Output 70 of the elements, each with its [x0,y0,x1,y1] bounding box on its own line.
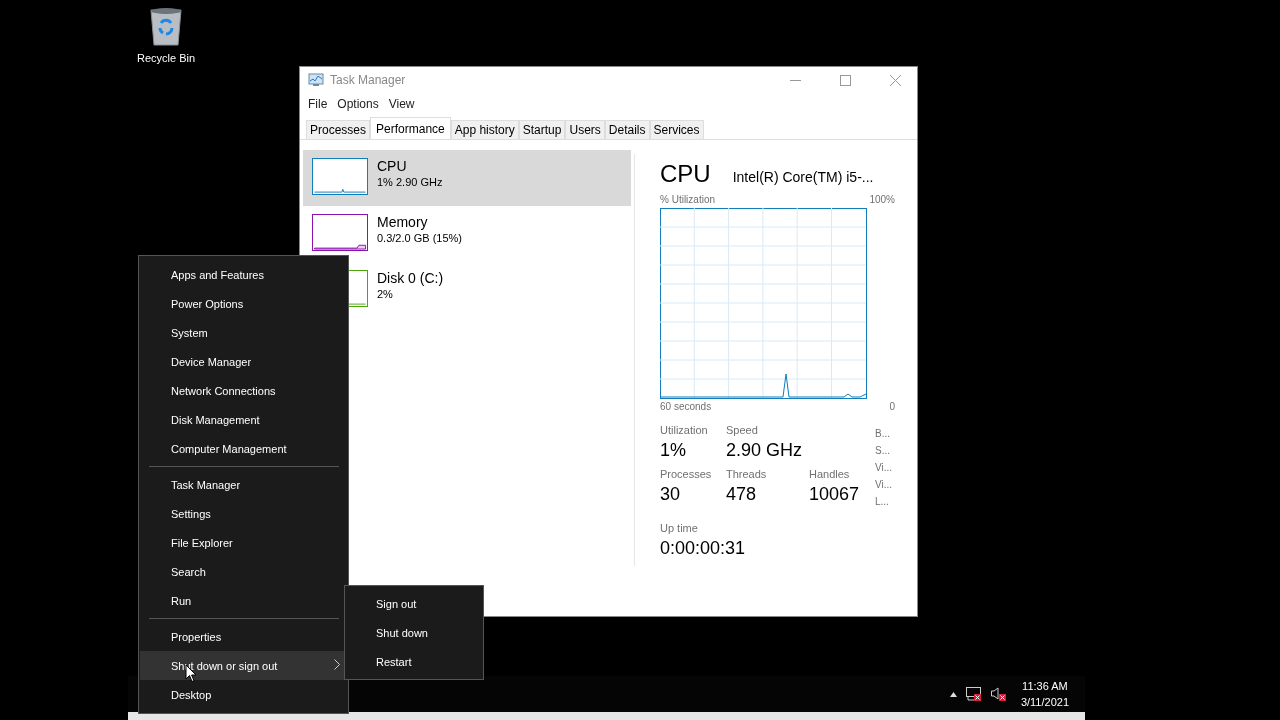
stat-label: Processes [660,467,713,481]
graph-time-label: 60 seconds [660,401,712,413]
chevron-right-icon [334,659,340,670]
resource-detail: 1% 2.90 GHz [377,175,443,190]
menu-item[interactable]: File Explorer [140,528,348,557]
menu-item[interactable]: Shut down [345,618,483,647]
stat-label: Up time [660,521,699,535]
clock-time[interactable]: 11:36 AM [1022,678,1068,694]
graph-label: % Utilization [660,194,716,206]
resource-item[interactable]: CPU 1% 2.90 GHz [303,150,631,206]
clock-date[interactable]: 3/11/2021 [1020,694,1069,710]
resource-detail: 0.3/2.0 GB (15%) [377,231,462,246]
resource-name: CPU [377,158,408,174]
resource-name: Disk 0 (C:) [377,270,444,286]
menu-item[interactable]: Network Connections [140,376,348,405]
icon-label[interactable]: Recycle Bin [136,52,196,64]
stat-label: B... [875,427,891,441]
tab[interactable]: App history [450,120,519,139]
resource-name: Memory [377,214,429,230]
maximize-icon [839,74,851,86]
menu-item[interactable]: Sign out [345,589,483,618]
menu-item[interactable]: Run [140,586,348,615]
menu-item[interactable]: Device Manager [140,347,348,376]
tab[interactable]: Users [565,120,605,139]
stat-value: 10067 [809,483,861,506]
stat-label: L... [875,495,890,509]
speaker-icon[interactable] [989,686,1007,702]
tab[interactable]: Startup [518,120,566,139]
processor-name: Intel(R) Core(TM) i5-... [732,169,874,185]
menu-item[interactable]: Restart [345,647,483,676]
graph-end-label: 0 [889,401,895,413]
menu-item[interactable]: Task Manager [140,470,348,499]
task-manager-icon [308,73,324,87]
menu-item[interactable]: Power Options [140,289,348,318]
menu-item[interactable]: View [384,97,419,111]
tab[interactable]: Details [604,120,650,139]
tab[interactable]: Performance [370,117,451,139]
network-icon[interactable] [964,686,982,702]
recycle-bin-icon[interactable] [148,6,184,46]
menu-item[interactable]: Properties [140,622,348,651]
stat-label: S... [875,444,891,458]
panel-title: CPU [660,160,711,188]
stat-label: Speed [726,423,759,437]
stat-value: 0:00:00:31 [660,537,747,560]
graph-max-label: 100% [869,194,895,206]
close-icon [889,74,901,86]
menu-item[interactable]: Search [140,557,348,586]
stat-value: 30 [660,483,682,506]
menu-item[interactable]: Apps and Features [140,260,348,289]
tab[interactable]: Services [649,120,704,139]
stat-label: Threads [726,467,768,481]
stat-label: Vi... [875,461,894,475]
chevron-up-icon[interactable] [949,691,957,697]
menu-item[interactable]: File [304,97,332,111]
resource-item[interactable]: Memory 0.3/2.0 GB (15%) [303,206,631,262]
stat-label: Utilization [660,423,709,437]
tab[interactable]: Processes [306,120,371,139]
stat-value: 2.90 GHz [726,439,804,462]
menu-item[interactable]: System [140,318,348,347]
stat-value: 1% [660,439,687,462]
resource-detail: 2% [377,287,394,302]
window-title: Task Manager [330,73,407,87]
menu-item[interactable]: Settings [140,499,348,528]
stat-label: Vi... [875,478,894,492]
stat-value: 478 [726,483,758,506]
menu-item[interactable]: Computer Management [140,434,348,463]
menu-item[interactable]: Desktop [140,680,348,709]
menu-item[interactable]: Disk Management [140,405,348,434]
stat-label: Handles [809,467,851,481]
menu-item[interactable]: Options [333,97,383,111]
